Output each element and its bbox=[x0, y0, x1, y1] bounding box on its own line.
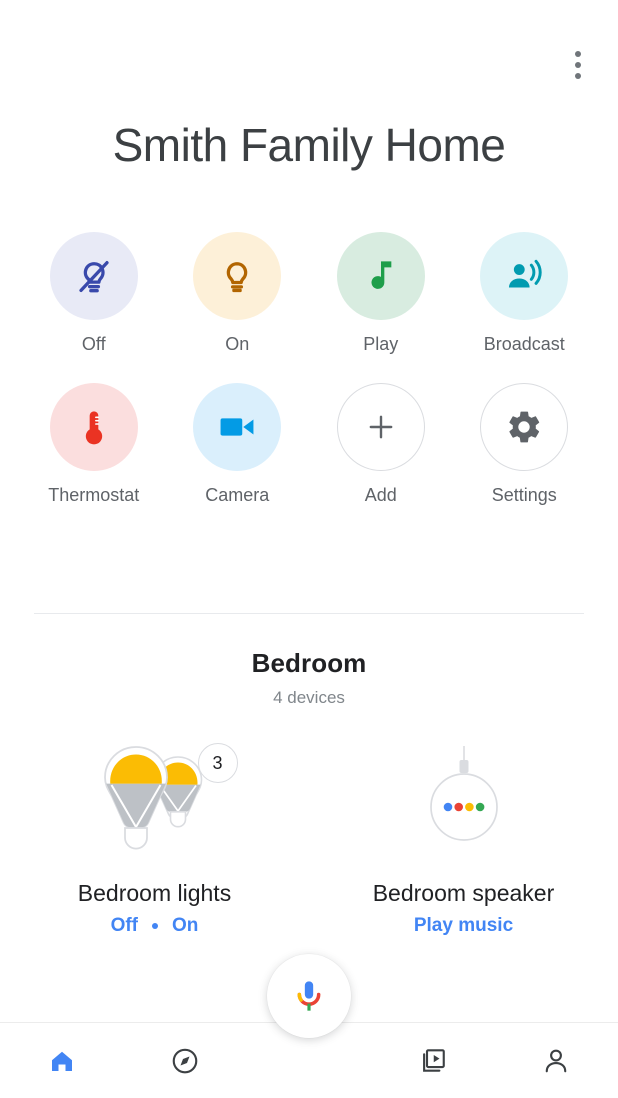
music-note-icon bbox=[361, 256, 401, 296]
room-header: Bedroom 4 devices bbox=[0, 648, 618, 708]
device-actions: Off On bbox=[111, 915, 199, 937]
page-title: Smith Family Home bbox=[0, 118, 618, 173]
action-thermostat-circle bbox=[50, 383, 138, 471]
action-label: On bbox=[225, 334, 249, 355]
device-action-play-music[interactable]: Play music bbox=[414, 915, 513, 937]
action-label: Thermostat bbox=[48, 485, 139, 506]
nav-item-home[interactable] bbox=[0, 1023, 124, 1098]
nav-item-explore[interactable] bbox=[124, 1023, 248, 1098]
room-device-count: 4 devices bbox=[0, 688, 618, 708]
device-name: Bedroom speaker bbox=[373, 880, 555, 907]
overflow-menu-icon[interactable] bbox=[564, 48, 592, 82]
action-label: Off bbox=[82, 334, 106, 355]
device-list: 3 Bedroom lights Off On bbox=[0, 742, 618, 937]
section-divider bbox=[34, 613, 584, 614]
person-icon bbox=[541, 1046, 571, 1076]
action-on[interactable]: On bbox=[166, 232, 310, 355]
broadcast-icon bbox=[503, 255, 545, 297]
media-library-icon bbox=[418, 1046, 448, 1076]
action-off-circle bbox=[50, 232, 138, 320]
top-app-bar bbox=[0, 0, 618, 110]
action-thermostat[interactable]: Thermostat bbox=[22, 383, 166, 506]
action-settings[interactable]: Settings bbox=[453, 383, 597, 506]
overflow-dot bbox=[575, 62, 581, 68]
device-count-badge: 3 bbox=[198, 743, 238, 783]
action-label: Settings bbox=[492, 485, 557, 506]
action-on-circle bbox=[193, 232, 281, 320]
smart-speaker-icon bbox=[412, 744, 516, 850]
action-label: Add bbox=[365, 485, 397, 506]
video-camera-icon bbox=[216, 406, 258, 448]
device-action-off[interactable]: Off bbox=[111, 915, 138, 937]
device-artwork bbox=[369, 742, 559, 852]
action-broadcast-circle bbox=[480, 232, 568, 320]
device-actions: Play music bbox=[414, 915, 513, 937]
home-app-screen: Smith Family Home Off bbox=[0, 0, 618, 1098]
gear-icon bbox=[505, 408, 543, 446]
assistant-fab-button[interactable] bbox=[267, 954, 351, 1038]
home-icon bbox=[47, 1046, 77, 1076]
lightbulb-on-icon bbox=[216, 255, 258, 297]
overflow-dot bbox=[575, 73, 581, 79]
action-label: Play bbox=[363, 334, 398, 355]
action-label: Broadcast bbox=[484, 334, 565, 355]
device-card-bedroom-lights[interactable]: 3 Bedroom lights Off On bbox=[0, 742, 309, 937]
action-camera-circle bbox=[193, 383, 281, 471]
room-name: Bedroom bbox=[0, 648, 618, 679]
plus-icon bbox=[363, 409, 399, 445]
device-card-bedroom-speaker[interactable]: Bedroom speaker Play music bbox=[309, 742, 618, 937]
action-camera[interactable]: Camera bbox=[166, 383, 310, 506]
action-play[interactable]: Play bbox=[309, 232, 453, 355]
microphone-icon bbox=[289, 976, 329, 1016]
action-off[interactable]: Off bbox=[22, 232, 166, 355]
action-add-circle bbox=[337, 383, 425, 471]
quick-actions-grid: Off On Play bbox=[22, 232, 596, 506]
action-broadcast[interactable]: Broadcast bbox=[453, 232, 597, 355]
device-action-on[interactable]: On bbox=[172, 915, 198, 937]
action-settings-circle bbox=[480, 383, 568, 471]
device-name: Bedroom lights bbox=[78, 880, 231, 907]
action-add[interactable]: Add bbox=[309, 383, 453, 506]
nav-item-account[interactable] bbox=[494, 1023, 618, 1098]
lightbulb-off-icon bbox=[73, 255, 115, 297]
action-play-circle bbox=[337, 232, 425, 320]
nav-item-media[interactable] bbox=[371, 1023, 495, 1098]
action-label: Camera bbox=[205, 485, 269, 506]
thermometer-icon bbox=[74, 407, 114, 447]
overflow-dot bbox=[575, 51, 581, 57]
device-artwork: 3 bbox=[60, 742, 250, 852]
compass-icon bbox=[170, 1046, 200, 1076]
action-separator-dot bbox=[152, 923, 158, 929]
